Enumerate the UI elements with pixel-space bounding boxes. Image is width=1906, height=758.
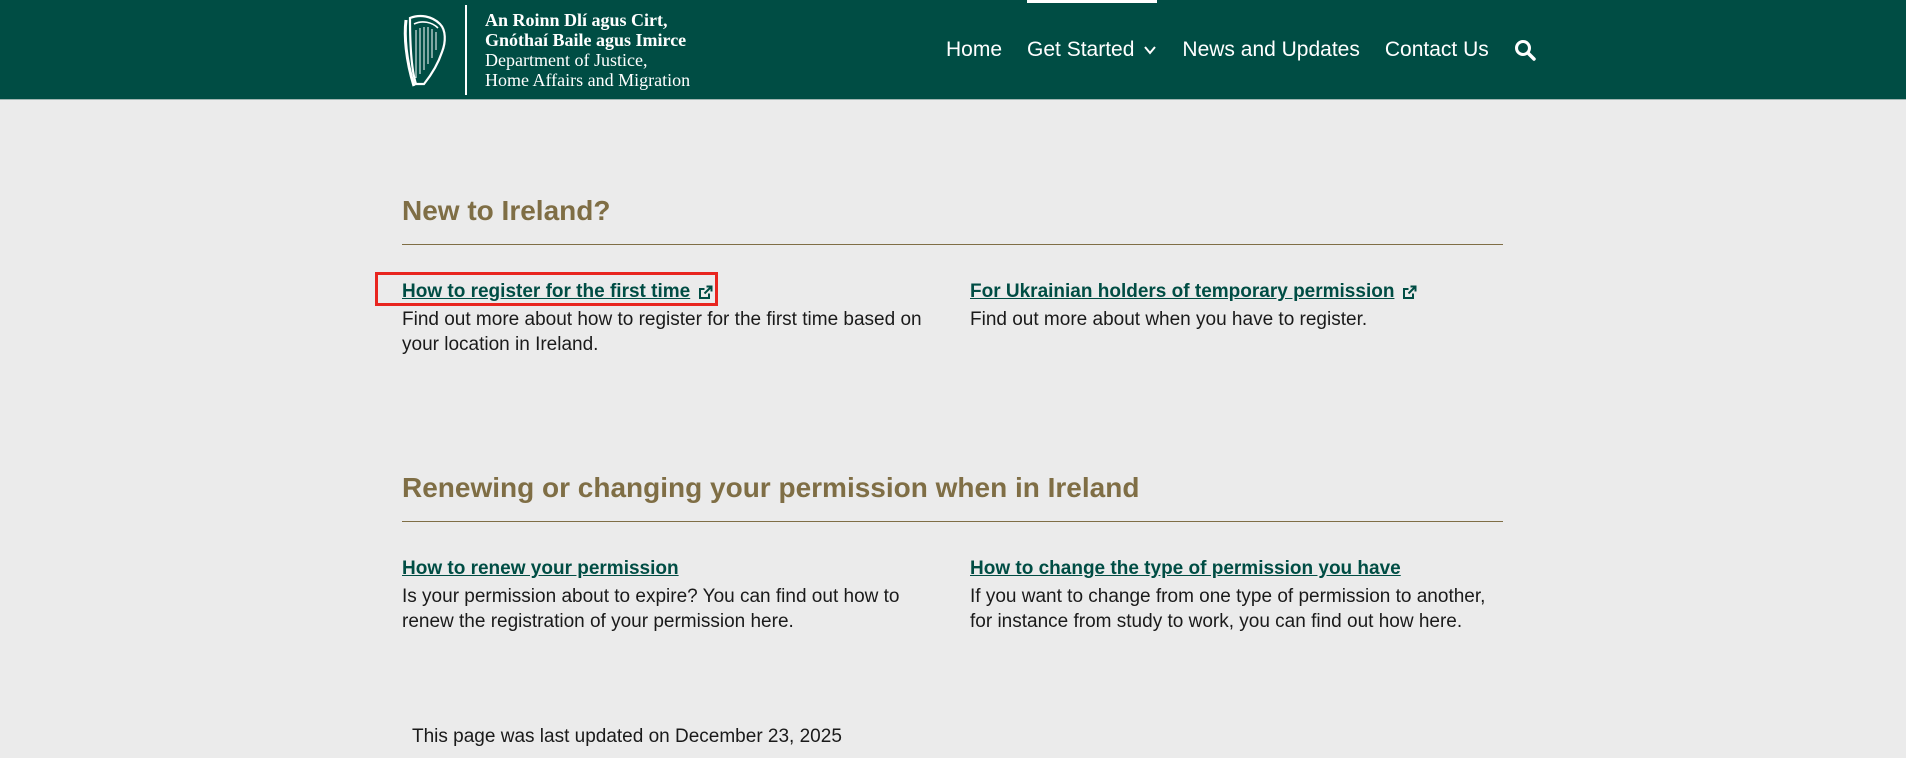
card-ukrainian-temporary-permission: For Ukrainian holders of temporary permi… bbox=[970, 281, 1503, 357]
register-first-time-label: How to register for the first time bbox=[402, 281, 691, 302]
change-permission-type-link[interactable]: How to change the type of permission you… bbox=[970, 558, 1401, 580]
card-register-first-time: How to register for the first time Find … bbox=[402, 281, 932, 357]
nav-get-started-label: Get Started bbox=[1027, 38, 1135, 61]
ukrainian-permission-label: For Ukrainian holders of temporary permi… bbox=[970, 281, 1395, 302]
section-divider bbox=[402, 244, 1503, 245]
section-new-to-ireland: New to Ireland? How to register for the … bbox=[402, 190, 1503, 357]
site-header: An Roinn Dlí agus Cirt, Gnóthaí Baile ag… bbox=[0, 0, 1906, 100]
section-heading: Renewing or changing your permission whe… bbox=[402, 472, 1140, 503]
brand-line-irish-2: Gnóthaí Baile agus Imirce bbox=[485, 30, 687, 50]
nav-home-label: Home bbox=[946, 38, 1003, 61]
renew-permission-link[interactable]: How to renew your permission bbox=[402, 558, 679, 580]
nav-contact-label: Contact Us bbox=[1384, 38, 1489, 61]
external-link-icon bbox=[1403, 285, 1417, 299]
department-logo[interactable]: An Roinn Dlí agus Cirt, Gnóthaí Baile ag… bbox=[402, 5, 690, 95]
nav-news-label: News and Updates bbox=[1182, 38, 1360, 61]
last-updated-text: This page was last updated on December 2… bbox=[412, 726, 842, 747]
section-heading: New to Ireland? bbox=[402, 195, 611, 226]
search-icon[interactable] bbox=[1514, 39, 1536, 61]
brand-line-english-1: Department of Justice, bbox=[485, 50, 648, 70]
department-name: An Roinn Dlí agus Cirt, Gnóthaí Baile ag… bbox=[485, 10, 690, 90]
card-change-permission-type: How to change the type of permission you… bbox=[970, 558, 1503, 634]
main-nav: Home Get Started News and Updates Contac… bbox=[946, 0, 1536, 100]
external-link-icon bbox=[699, 285, 713, 299]
brand-divider bbox=[465, 5, 467, 95]
nav-home[interactable]: Home bbox=[946, 0, 1002, 100]
change-permission-type-label: How to change the type of permission you… bbox=[970, 558, 1401, 579]
ukrainian-permission-description: Find out more about when you have to reg… bbox=[970, 309, 1368, 330]
brand-line-irish-1: An Roinn Dlí agus Cirt, bbox=[485, 10, 668, 30]
brand-line-english-2: Home Affairs and Migration bbox=[485, 70, 691, 90]
nav-contact-us[interactable]: Contact Us bbox=[1385, 0, 1489, 100]
chevron-down-icon bbox=[1144, 46, 1157, 55]
renew-permission-label: How to renew your permission bbox=[402, 558, 679, 579]
harp-icon bbox=[403, 14, 446, 87]
renew-permission-description: Is your permission about to expire? You … bbox=[402, 586, 900, 632]
register-first-time-description: Find out more about how to register for … bbox=[402, 309, 922, 355]
nav-news-and-updates[interactable]: News and Updates bbox=[1182, 0, 1359, 100]
change-permission-type-description: If you want to change from one type of p… bbox=[970, 586, 1486, 632]
register-first-time-link[interactable]: How to register for the first time bbox=[402, 281, 713, 303]
section-renewing-changing-permission: Renewing or changing your permission whe… bbox=[402, 467, 1503, 634]
card-renew-permission: How to renew your permission Is your per… bbox=[402, 558, 932, 634]
ukrainian-permission-link[interactable]: For Ukrainian holders of temporary permi… bbox=[970, 281, 1417, 303]
section-divider bbox=[402, 521, 1503, 522]
nav-get-started[interactable]: Get Started bbox=[1027, 0, 1158, 100]
